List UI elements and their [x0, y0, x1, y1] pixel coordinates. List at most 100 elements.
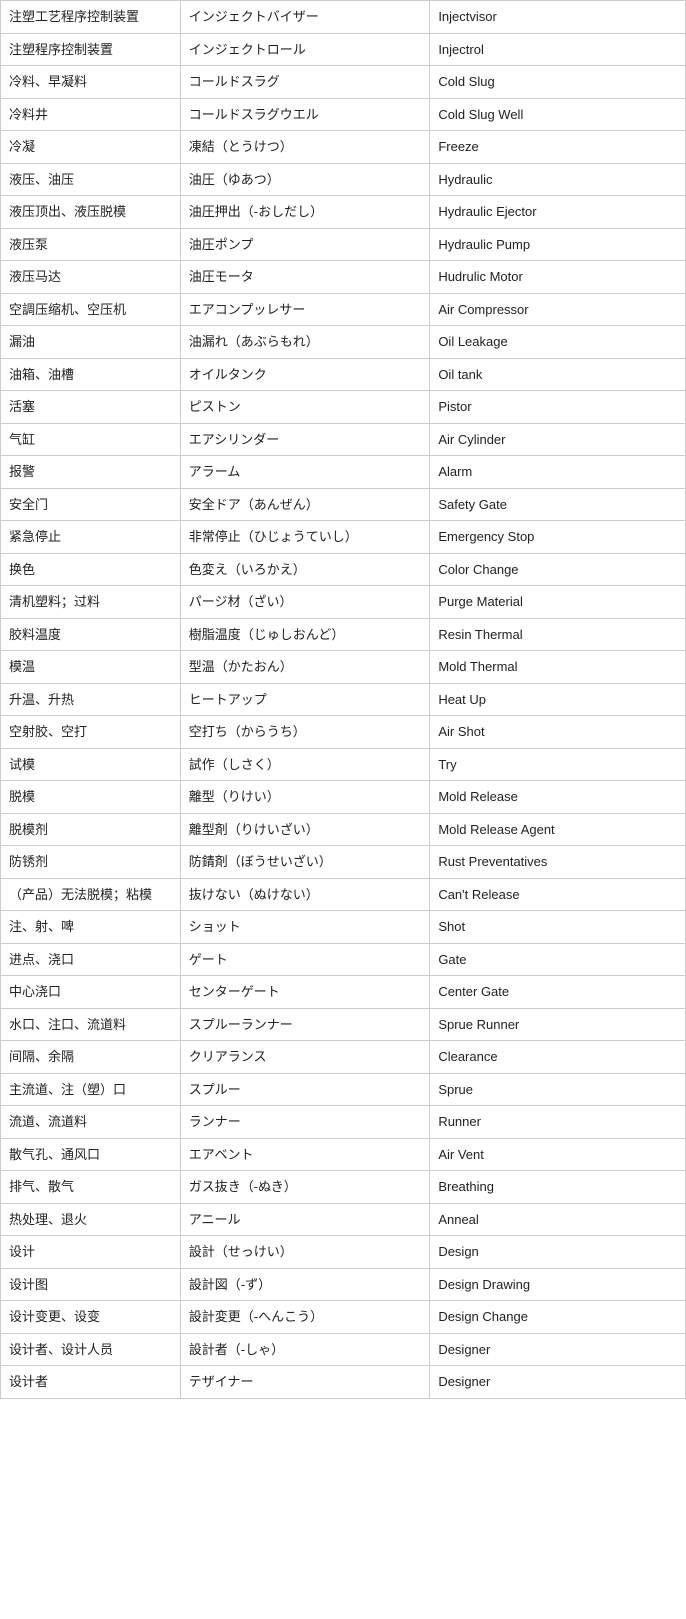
english-term: Design Change — [430, 1301, 686, 1334]
english-term: Alarm — [430, 456, 686, 489]
table-row: 脱模離型（りけい）Mold Release — [1, 781, 686, 814]
chinese-term: 安全门 — [1, 488, 181, 521]
chinese-term: 活塞 — [1, 391, 181, 424]
chinese-term: 漏油 — [1, 326, 181, 359]
table-row: 散气孔、通风口エアベントAir Vent — [1, 1138, 686, 1171]
english-term: Designer — [430, 1366, 686, 1399]
japanese-term: 抜けない（ぬけない） — [180, 878, 430, 911]
english-term: Oil tank — [430, 358, 686, 391]
english-term: Injectrol — [430, 33, 686, 66]
japanese-term: 油圧押出（-おしだし） — [180, 196, 430, 229]
table-row: 空調压缩机、空压机エアコンプッレサーAir Compressor — [1, 293, 686, 326]
table-row: 活塞ピストンPistor — [1, 391, 686, 424]
table-row: 设计图設計図（-ず）Design Drawing — [1, 1268, 686, 1301]
chinese-term: 冷料、早凝料 — [1, 66, 181, 99]
table-row: 设计者テザイナーDesigner — [1, 1366, 686, 1399]
table-row: 设计設計（せっけい）Design — [1, 1236, 686, 1269]
english-term: Freeze — [430, 131, 686, 164]
japanese-term: 油圧ポンプ — [180, 228, 430, 261]
english-term: Air Shot — [430, 716, 686, 749]
chinese-term: 脱模剂 — [1, 813, 181, 846]
japanese-term: テザイナー — [180, 1366, 430, 1399]
table-row: 油箱、油槽オイルタンクOil tank — [1, 358, 686, 391]
chinese-term: 水口、注口、流道料 — [1, 1008, 181, 1041]
english-term: Mold Release Agent — [430, 813, 686, 846]
japanese-term: ヒートアップ — [180, 683, 430, 716]
english-term: Designer — [430, 1333, 686, 1366]
chinese-term: 散气孔、通风口 — [1, 1138, 181, 1171]
japanese-term: 油漏れ（あぶらもれ） — [180, 326, 430, 359]
japanese-term: ランナー — [180, 1106, 430, 1139]
japanese-term: 油圧（ゆあつ） — [180, 163, 430, 196]
japanese-term: エアベント — [180, 1138, 430, 1171]
chinese-term: 液压顶出、液压脱模 — [1, 196, 181, 229]
japanese-term: 型温（かたおん） — [180, 651, 430, 684]
table-row: 空射胶、空打空打ち（からうち）Air Shot — [1, 716, 686, 749]
chinese-term: 主流道、注（塑）口 — [1, 1073, 181, 1106]
table-row: 胶料温度樹脂温度（じゅしおんど）Resin Thermal — [1, 618, 686, 651]
table-row: 漏油油漏れ（あぶらもれ）Oil Leakage — [1, 326, 686, 359]
table-row: 水口、注口、流道料スプルーランナーSprue Runner — [1, 1008, 686, 1041]
japanese-term: 防錆剤（ぼうせいざい） — [180, 846, 430, 879]
english-term: Color Change — [430, 553, 686, 586]
english-term: Oil Leakage — [430, 326, 686, 359]
table-row: 脱模剂離型剤（りけいざい）Mold Release Agent — [1, 813, 686, 846]
chinese-term: 液压泵 — [1, 228, 181, 261]
english-term: Injectvisor — [430, 1, 686, 34]
chinese-term: 设计者、设计人员 — [1, 1333, 181, 1366]
table-row: （产品）无法脱模；粘模抜けない（ぬけない）Can't Release — [1, 878, 686, 911]
japanese-term: 樹脂温度（じゅしおんど） — [180, 618, 430, 651]
japanese-term: スプルー — [180, 1073, 430, 1106]
chinese-term: 油箱、油槽 — [1, 358, 181, 391]
chinese-term: 脱模 — [1, 781, 181, 814]
table-row: 主流道、注（塑）口スプルーSprue — [1, 1073, 686, 1106]
chinese-term: 胶料温度 — [1, 618, 181, 651]
english-term: Emergency Stop — [430, 521, 686, 554]
table-row: 进点、浇口ゲートGate — [1, 943, 686, 976]
japanese-term: エアコンプッレサー — [180, 293, 430, 326]
english-term: Mold Thermal — [430, 651, 686, 684]
chinese-term: （产品）无法脱模；粘模 — [1, 878, 181, 911]
english-term: Hydraulic — [430, 163, 686, 196]
table-row: 冷料、早凝料コールドスラグCold Slug — [1, 66, 686, 99]
chinese-term: 注塑程序控制装置 — [1, 33, 181, 66]
chinese-term: 设计图 — [1, 1268, 181, 1301]
japanese-term: 凍結（とうけつ） — [180, 131, 430, 164]
chinese-term: 流道、流道料 — [1, 1106, 181, 1139]
english-term: Purge Material — [430, 586, 686, 619]
japanese-term: エアシリンダー — [180, 423, 430, 456]
table-row: 设计变更、设变設計変更（-へんこう）Design Change — [1, 1301, 686, 1334]
english-term: Hydraulic Pump — [430, 228, 686, 261]
chinese-term: 热处理、退火 — [1, 1203, 181, 1236]
table-row: 流道、流道料ランナーRunner — [1, 1106, 686, 1139]
japanese-term: オイルタンク — [180, 358, 430, 391]
chinese-term: 冷凝 — [1, 131, 181, 164]
japanese-term: コールドスラグ — [180, 66, 430, 99]
table-row: 液压马达油圧モータHudrulic Motor — [1, 261, 686, 294]
english-term: Air Vent — [430, 1138, 686, 1171]
english-term: Gate — [430, 943, 686, 976]
chinese-term: 液压马达 — [1, 261, 181, 294]
english-term: Hydraulic Ejector — [430, 196, 686, 229]
chinese-term: 空射胶、空打 — [1, 716, 181, 749]
english-term: Heat Up — [430, 683, 686, 716]
chinese-term: 中心浇口 — [1, 976, 181, 1009]
english-term: Hudrulic Motor — [430, 261, 686, 294]
table-row: 排气、散气ガス抜き（-ぬき）Breathing — [1, 1171, 686, 1204]
chinese-term: 间隔、余隔 — [1, 1041, 181, 1074]
japanese-term: ガス抜き（-ぬき） — [180, 1171, 430, 1204]
english-term: Mold Release — [430, 781, 686, 814]
japanese-term: コールドスラグウエル — [180, 98, 430, 131]
english-term: Sprue Runner — [430, 1008, 686, 1041]
chinese-term: 紧急停止 — [1, 521, 181, 554]
table-row: 注、射、啤ショットShot — [1, 911, 686, 944]
terminology-table: 注塑工艺程序控制装置インジェクトバイザーInjectvisor注塑程序控制装置イ… — [0, 0, 686, 1399]
table-row: 模温型温（かたおん）Mold Thermal — [1, 651, 686, 684]
chinese-term: 设计者 — [1, 1366, 181, 1399]
japanese-term: インジェクトロール — [180, 33, 430, 66]
japanese-term: 設計者（-しゃ） — [180, 1333, 430, 1366]
table-row: 报警アラームAlarm — [1, 456, 686, 489]
english-term: Cold Slug — [430, 66, 686, 99]
table-row: 气缸エアシリンダーAir Cylinder — [1, 423, 686, 456]
english-term: Design Drawing — [430, 1268, 686, 1301]
